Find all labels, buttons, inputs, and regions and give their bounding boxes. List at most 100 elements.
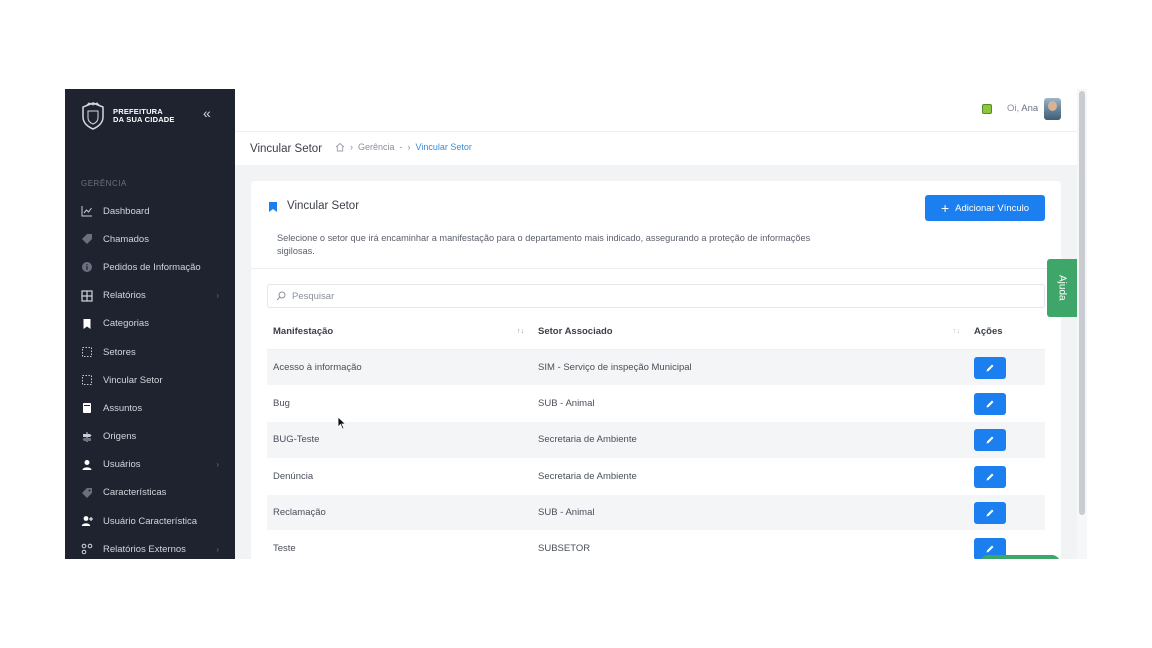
signpost-icon — [81, 431, 93, 443]
pencil-icon — [986, 436, 994, 444]
bookmark-icon — [269, 202, 277, 212]
dotted-square-icon — [81, 374, 93, 386]
app-window: PREFEITURA DA SUA CIDADE « GERÊNCIA Dash… — [65, 89, 1087, 559]
pencil-icon — [986, 545, 994, 553]
avatar[interactable] — [1044, 98, 1061, 120]
sidebar-item-usuario-caracteristica[interactable]: Usuário Característica — [65, 507, 235, 535]
edit-button[interactable] — [974, 501, 1006, 524]
table-row: Reclamação SUB - Animal — [267, 494, 1045, 531]
link-table: Manifestação ↑↓ Setor Associado ↑↓ Ações… — [267, 314, 1045, 559]
flag-icon[interactable] — [982, 104, 992, 114]
sidebar-item-label: Relatórios Externos — [103, 543, 186, 555]
card-title: Vincular Setor — [287, 200, 360, 212]
add-link-label: Adicionar Vínculo — [955, 202, 1030, 214]
table-row: Denúncia Secretaria de Ambiente — [267, 459, 1045, 495]
card-description: Selecione o setor que irá encaminhar a m… — [277, 233, 811, 256]
sidebar-item-setores[interactable]: Setores — [65, 338, 235, 366]
cell-manifestacao: Teste — [273, 543, 296, 555]
topbar: Oi, Ana — [235, 89, 1077, 131]
chat-widget[interactable] — [980, 555, 1060, 559]
pencil-icon — [986, 473, 994, 481]
sort-icon[interactable]: ↑↓ — [953, 328, 960, 335]
sidebar-item-origens[interactable]: Origens — [65, 423, 235, 451]
sidebar-item-label: Relatórios — [103, 290, 146, 302]
user-icon — [81, 459, 93, 471]
bookmark-icon — [81, 318, 93, 330]
header-setor[interactable]: Setor Associado — [538, 326, 613, 337]
table-row: Bug SUB - Animal — [267, 386, 1045, 423]
cell-manifestacao: Acesso à informação — [273, 362, 362, 374]
sidebar-item-dashboard[interactable]: Dashboard — [65, 197, 235, 225]
cell-setor: SUB - Animal — [538, 506, 595, 518]
breadcrumb-gerencia[interactable]: Gerência — [358, 142, 395, 152]
info-icon — [81, 261, 93, 273]
sidebar-item-usuarios[interactable]: Usuários › — [65, 451, 235, 479]
cell-manifestacao: BUG-Teste — [273, 434, 320, 446]
table-header: Manifestação ↑↓ Setor Associado ↑↓ Ações — [267, 314, 1045, 350]
sidebar: PREFEITURA DA SUA CIDADE « GERÊNCIA Dash… — [65, 89, 235, 559]
sidebar-item-label: Assuntos — [103, 402, 143, 414]
header-acoes: Ações — [974, 326, 1003, 337]
nodes-icon — [81, 543, 93, 555]
book-icon — [81, 402, 93, 414]
cell-setor: Secretaria de Ambiente — [538, 434, 637, 446]
sidebar-nav: Dashboard Chamados Pedidos de Informação Re… — [65, 197, 235, 559]
sidebar-item-categorias[interactable]: Categorias — [65, 310, 235, 338]
sidebar-item-label: Características — [103, 487, 167, 499]
sidebar-item-assuntos[interactable]: Assuntos — [65, 394, 235, 422]
greeting-text: Oi, — [1007, 103, 1020, 114]
sidebar-section-label: GERÊNCIA — [81, 179, 127, 188]
cell-manifestacao: Bug — [273, 398, 290, 410]
pencil-icon — [986, 509, 994, 517]
scrollbar-thumb[interactable] — [1079, 91, 1085, 515]
breadcrumb-separator: - — [399, 142, 403, 152]
page-title: Vincular Setor — [250, 143, 323, 155]
search-input[interactable] — [292, 290, 992, 302]
brand-line2: DA SUA CIDADE — [113, 115, 175, 124]
sidebar-item-relatorios-externos[interactable]: Relatórios Externos › — [65, 535, 235, 559]
sidebar-item-pedidos-de-informacao[interactable]: Pedidos de Informação — [65, 253, 235, 281]
sidebar-item-label: Origens — [103, 431, 137, 443]
edit-button[interactable] — [974, 429, 1006, 452]
cell-setor: SUBSETOR — [538, 543, 591, 555]
chevron-right-icon: › — [216, 460, 219, 470]
user-greeting[interactable]: Oi, Ana — [1007, 103, 1038, 114]
home-icon[interactable] — [335, 142, 345, 152]
user-name: Ana — [1021, 103, 1039, 114]
dotted-square-icon — [81, 346, 93, 358]
sidebar-item-label: Pedidos de Informação — [103, 261, 201, 273]
sidebar-item-relatorios[interactable]: Relatórios › — [65, 282, 235, 310]
header-manifestacao[interactable]: Manifestação — [273, 326, 333, 337]
edit-button[interactable] — [974, 357, 1006, 379]
chevron-right-icon: › — [216, 544, 219, 554]
help-tab[interactable]: Ajuda — [1047, 259, 1077, 317]
cell-setor: Secretaria de Ambiente — [538, 470, 637, 482]
sidebar-item-label: Dashboard — [103, 205, 150, 217]
breadcrumb: › Gerência - › Vincular Setor — [335, 142, 472, 152]
tags-icon — [81, 487, 93, 499]
add-link-button[interactable]: + Adicionar Vínculo — [925, 195, 1045, 221]
plus-icon: + — [940, 200, 950, 216]
sidebar-item-caracteristicas[interactable]: Características — [65, 479, 235, 507]
sidebar-item-label: Categorias — [103, 318, 149, 330]
collapse-sidebar-icon[interactable]: « — [203, 105, 211, 121]
pencil-icon — [986, 400, 994, 408]
sidebar-item-chamados[interactable]: Chamados — [65, 225, 235, 253]
cell-setor: SUB - Animal — [538, 398, 595, 410]
sidebar-item-label: Setores — [103, 346, 136, 358]
sidebar-item-label: Usuários — [103, 459, 141, 471]
breadcrumb-bar: Vincular Setor › Gerência - › Vincular S… — [235, 131, 1077, 165]
table-row: Teste SUBSETOR — [267, 531, 1045, 559]
scrollbar[interactable] — [1077, 89, 1087, 559]
pencil-icon — [986, 364, 994, 372]
edit-button[interactable] — [974, 393, 1006, 416]
table-row: Acesso à informação SIM - Serviço de insp… — [267, 350, 1045, 387]
edit-button[interactable] — [974, 465, 1006, 488]
card-header: Vincular Setor + Adicionar Vínculo Selec… — [251, 181, 1061, 269]
sidebar-item-vincular-setor[interactable]: Vincular Setor — [65, 366, 235, 394]
sort-icon[interactable]: ↑↓ — [517, 328, 524, 335]
sidebar-item-label: Chamados — [103, 233, 149, 245]
cell-manifestacao: Denúncia — [273, 470, 314, 482]
sidebar-item-label: Usuário Característica — [103, 515, 197, 527]
search-box — [267, 284, 1045, 308]
